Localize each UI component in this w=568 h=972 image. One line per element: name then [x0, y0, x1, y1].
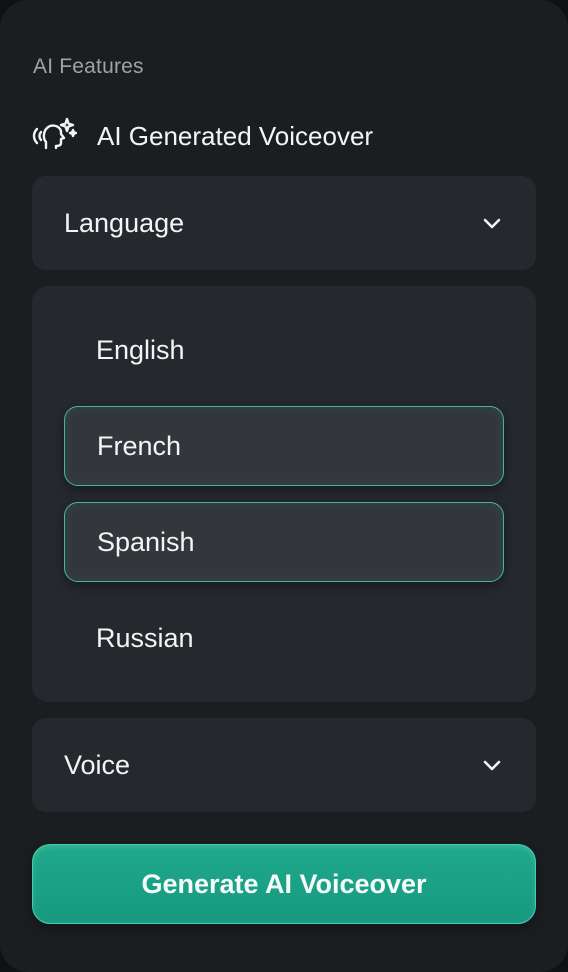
section-label: AI Features — [33, 55, 144, 78]
feature-title: AI Generated Voiceover — [97, 120, 374, 151]
voice-dropdown[interactable]: Voice — [32, 718, 536, 812]
language-dropdown[interactable]: Language — [32, 176, 536, 270]
option-label: Russian — [96, 622, 194, 653]
feature-header: AI Generated Voiceover — [31, 116, 373, 156]
language-option-spanish[interactable]: Spanish — [64, 502, 504, 582]
voice-dropdown-label: Voice — [64, 749, 131, 780]
option-label: French — [97, 430, 182, 461]
language-dropdown-label: Language — [64, 207, 185, 238]
ai-features-panel: AI Features AI Generated Voiceover Langu… — [0, 0, 568, 972]
option-label: Spanish — [97, 526, 195, 557]
chevron-down-icon — [480, 753, 504, 777]
language-options-list: English French Spanish Russian — [32, 286, 536, 702]
language-option-russian[interactable]: Russian — [64, 598, 504, 678]
chevron-down-icon — [480, 211, 504, 235]
option-label: English — [96, 334, 185, 365]
ai-head-sparkle-icon — [31, 116, 78, 156]
language-option-french[interactable]: French — [64, 406, 504, 486]
language-option-english[interactable]: English — [64, 310, 504, 390]
generate-voiceover-button[interactable]: Generate AI Voiceover — [32, 844, 536, 924]
